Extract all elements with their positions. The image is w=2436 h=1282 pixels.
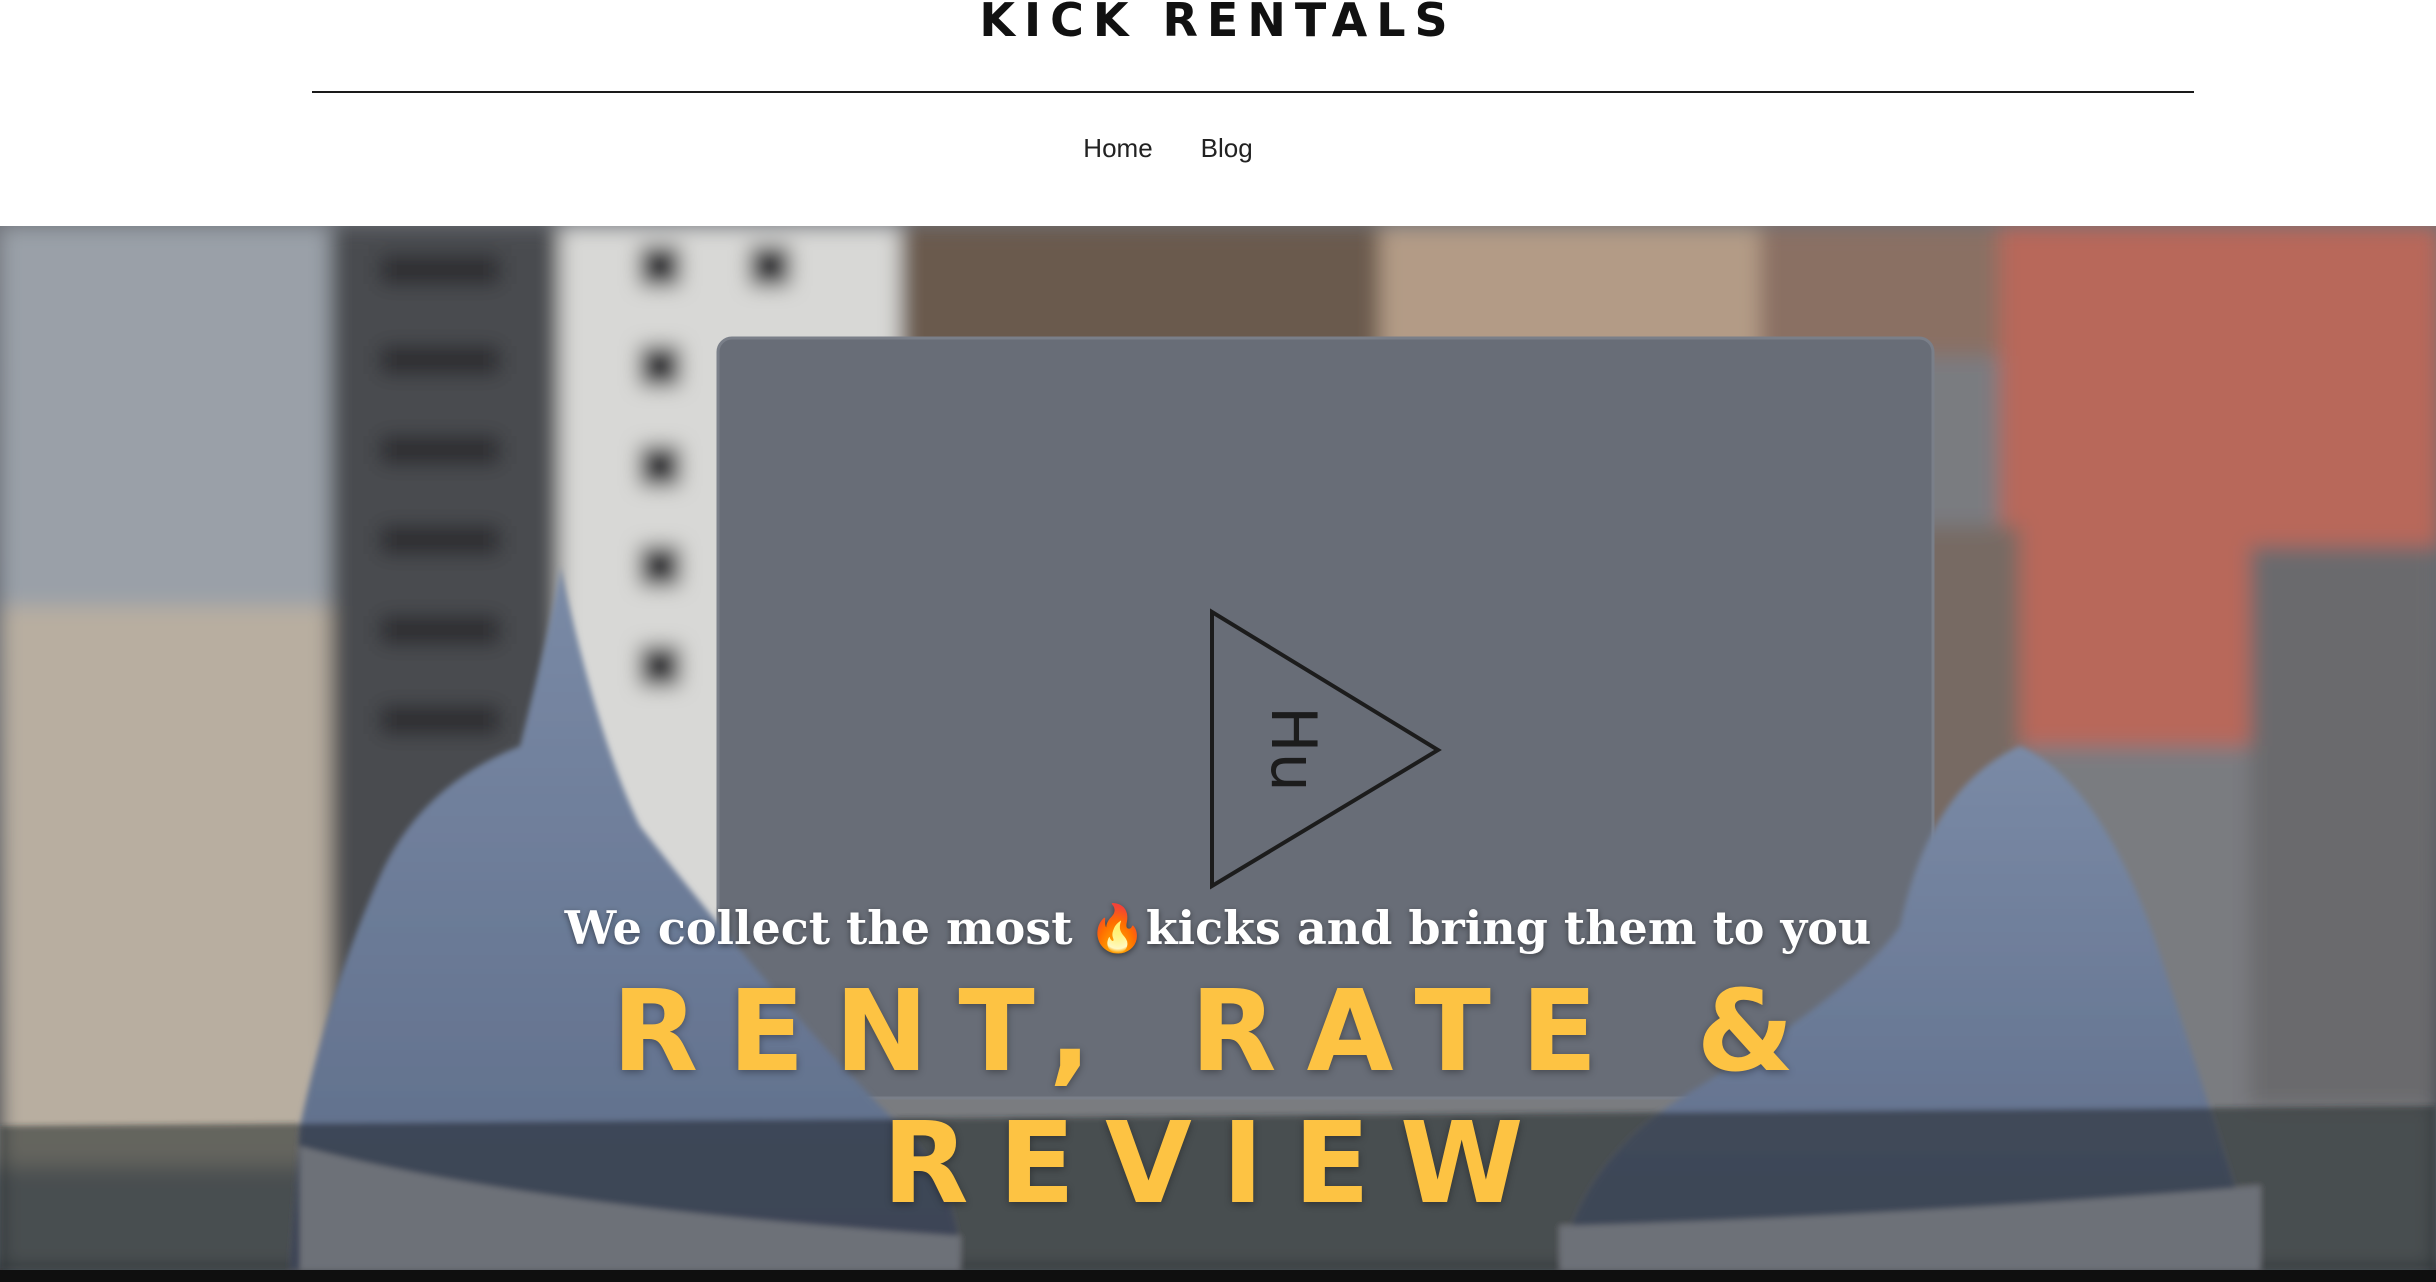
main-nav: Home Blog [0,128,2436,168]
nav-link-blog[interactable]: Blog [1201,128,1253,168]
svg-text:Hu: Hu [1257,706,1330,792]
headline-line-2: REVIEW [882,1099,1554,1229]
header-divider [312,91,2194,93]
site-header: KICK RENTALS Home Blog [0,0,2436,226]
hero-banner: Hu We collect the most 🔥kicks and bring … [0,226,2436,1270]
hero-tagline: We collect the most 🔥kicks and bring the… [564,901,1872,955]
bottom-edge-bar [0,1270,2436,1282]
site-title[interactable]: KICK RENTALS [0,0,2436,50]
hero-headline: RENT, RATE & REVIEW [0,966,2436,1230]
headline-line-1: RENT, RATE & [611,967,1825,1097]
nav-link-home[interactable]: Home [1083,128,1152,168]
